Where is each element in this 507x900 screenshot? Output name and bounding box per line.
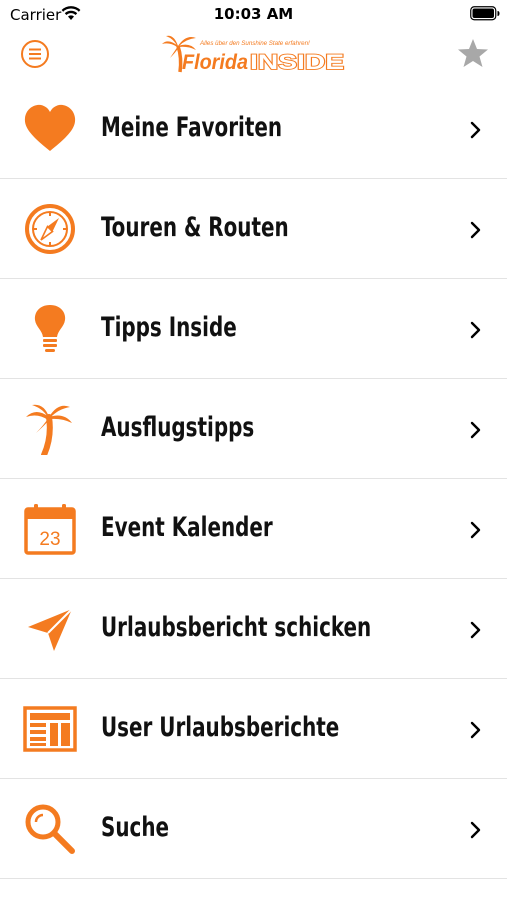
menu-item-urlaubsbericht-schicken[interactable]: Urlaubsbericht schicken [0,579,507,679]
menu-item-touren[interactable]: Touren & Routen [0,179,507,279]
chevron-right-icon [470,321,481,339]
menu-item-label: Touren & Routen [101,212,289,243]
star-icon[interactable] [457,38,489,68]
menu-item-label: Tipps Inside [101,312,237,343]
chevron-right-icon [470,521,481,539]
menu-item-label: Urlaubsbericht schicken [101,612,372,643]
calendar-day: 23 [39,529,60,550]
status-bar: Carrier 10:03 AM [0,0,507,30]
status-time: 10:03 AM [213,5,294,23]
menu-item-favoriten[interactable]: Meine Favoriten [0,79,507,179]
chevron-right-icon [470,621,481,639]
paper-plane-icon [28,608,73,651]
hamburger-circle-icon[interactable] [20,39,50,69]
chevron-right-icon [470,721,481,739]
menu-item-label: Ausflugstipps [101,412,255,443]
palm-tree-icon [26,404,72,455]
florida-inside-logo: Alles über den Sunshine State erfahren! … [162,35,345,74]
logo-text-florida: Florida [182,51,248,74]
menu-item-label: User Urlaubsberichte [101,712,340,743]
main-menu-list: Meine Favoriten Touren & Routen Tipps In [0,79,507,879]
menu-item-event-kalender[interactable]: 23 Event Kalender [0,479,507,579]
lightbulb-icon [34,305,66,352]
chevron-right-icon [470,121,481,139]
battery-icon [470,6,500,21]
chevron-right-icon [470,421,481,439]
menu-item-user-urlaubsberichte[interactable]: User Urlaubsberichte [0,679,507,779]
menu-item-label: Suche [101,812,170,843]
menu-item-label: Event Kalender [101,512,273,543]
compass-icon [25,204,75,254]
newspaper-icon [23,706,77,752]
chevron-right-icon [470,221,481,239]
menu-item-label: Meine Favoriten [101,112,283,143]
navigation-bar: Alles über den Sunshine State erfahren! … [0,30,507,78]
heart-icon [24,104,76,151]
calendar-icon: 23 [24,504,76,555]
magnifier-icon [25,804,75,854]
menu-item-ausflugstipps[interactable]: Ausflugstipps [0,379,507,479]
menu-item-tipps[interactable]: Tipps Inside [0,279,507,379]
logo-text-inside: INSIDE [250,51,344,74]
logo-tagline: Alles über den Sunshine State erfahren! [199,40,310,47]
chevron-right-icon [470,821,481,839]
menu-item-suche[interactable]: Suche [0,779,507,879]
